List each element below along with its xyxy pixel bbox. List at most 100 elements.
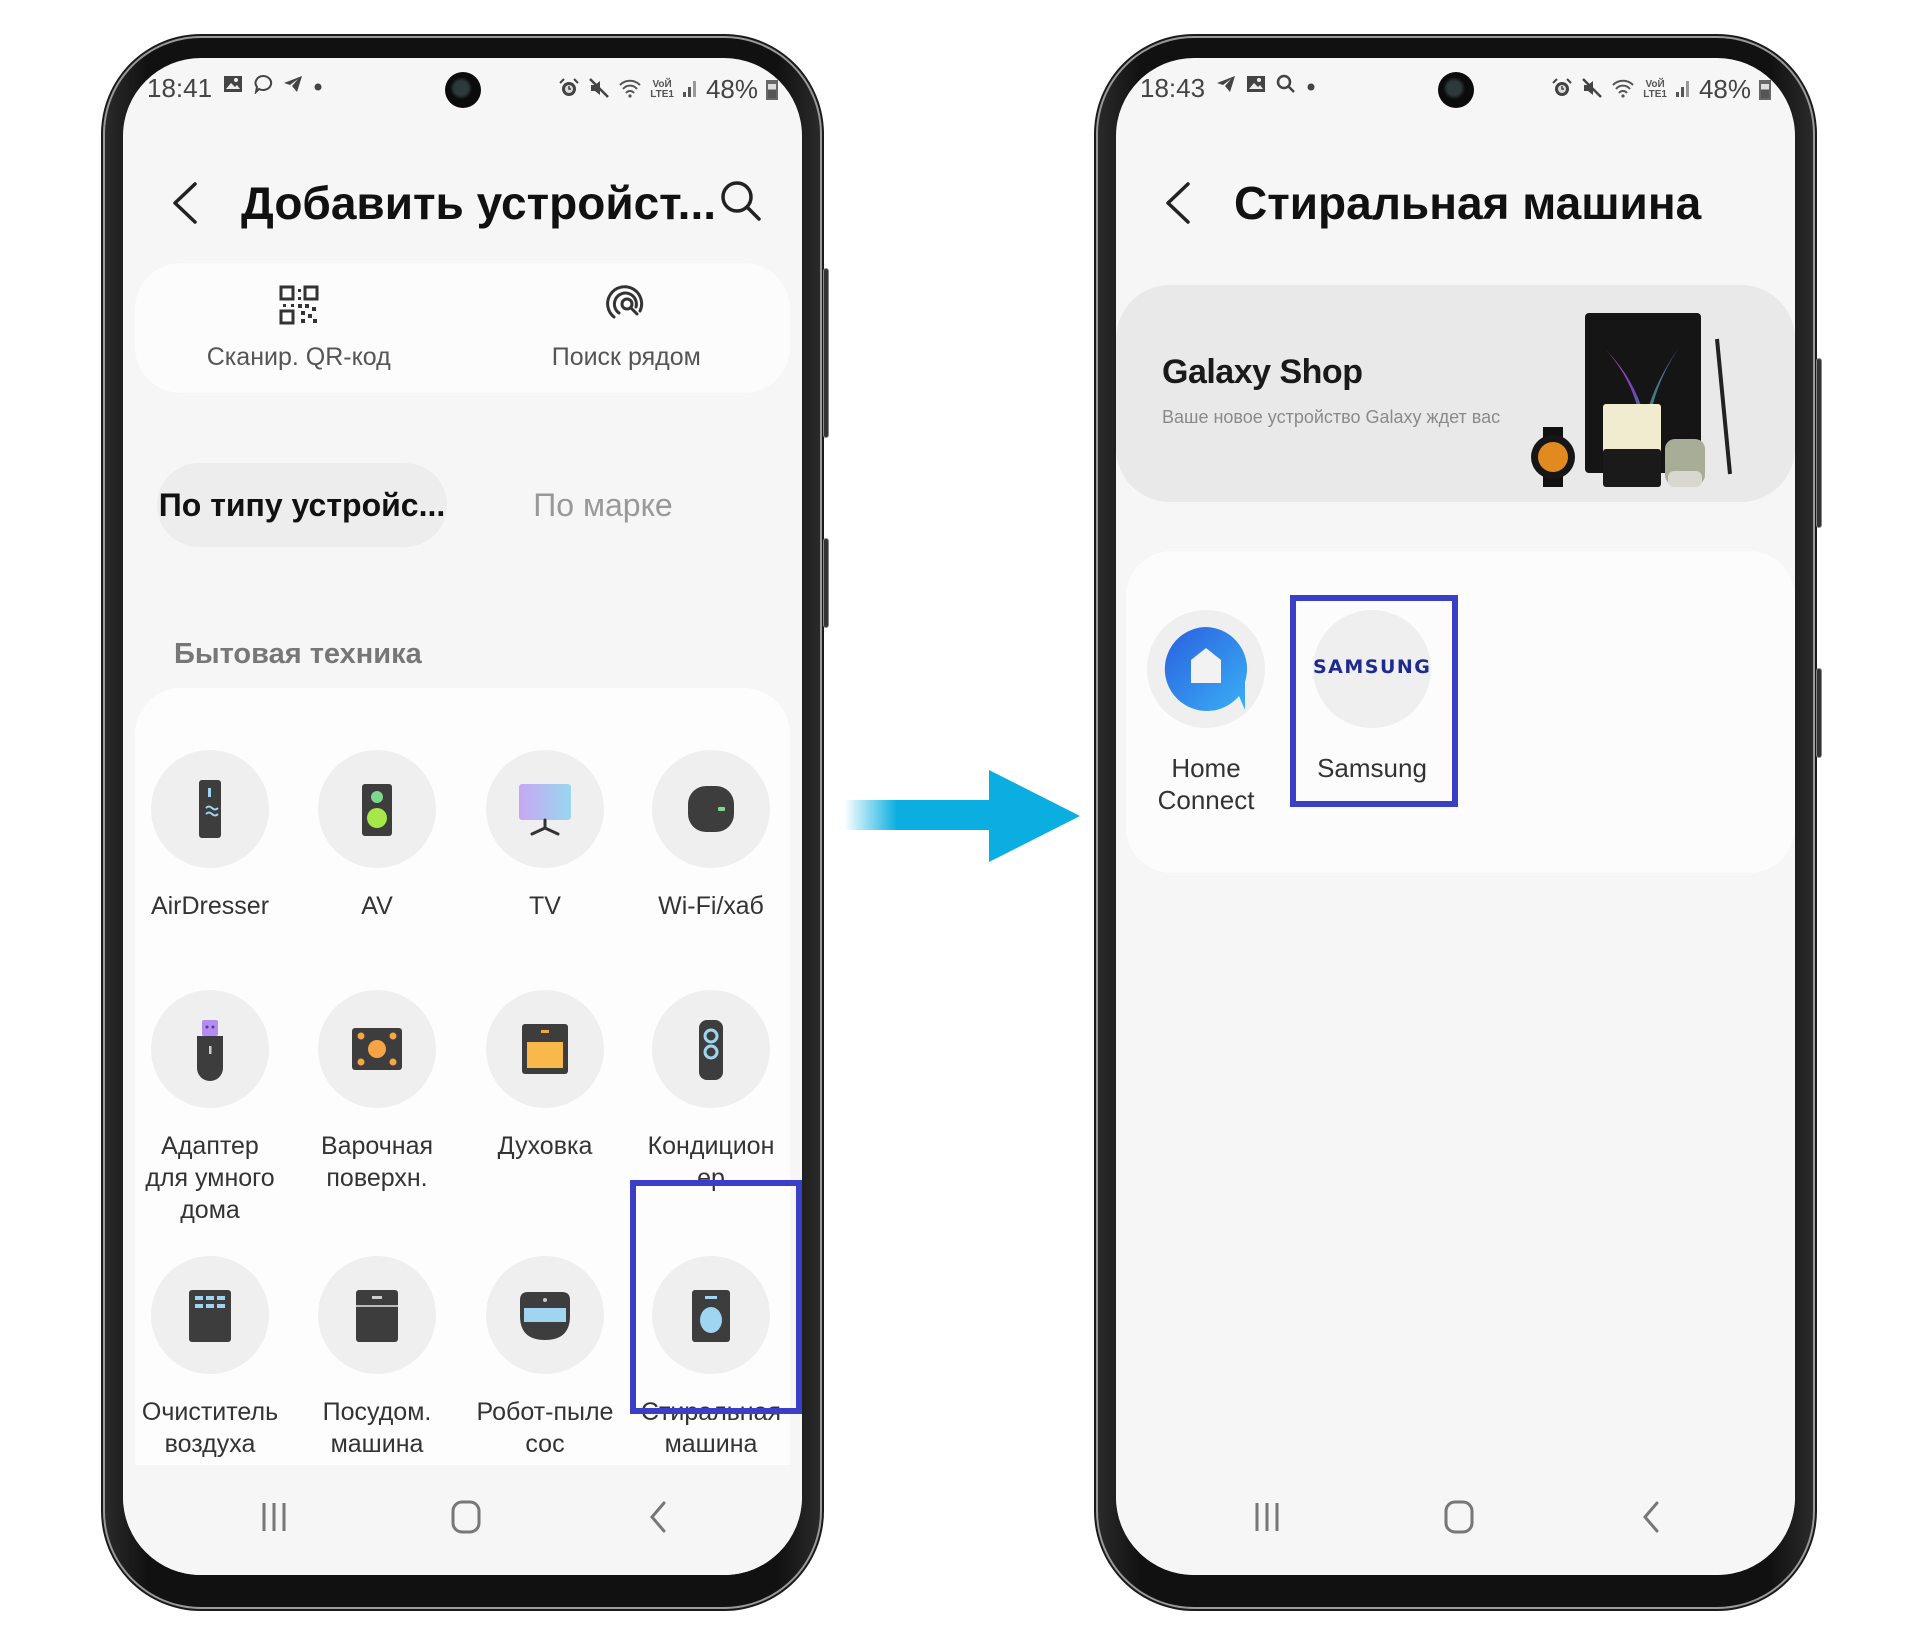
- telegram-icon: [1216, 75, 1236, 97]
- brand-home-connect[interactable]: Home Connect: [1131, 610, 1281, 816]
- scan-qr-label: Сканир. QR-код: [206, 343, 391, 371]
- chevron-left-icon: [173, 182, 197, 224]
- brand-label: Home Connect: [1157, 753, 1255, 815]
- status-time: 18:41: [147, 73, 213, 103]
- nearby-search-label: Поиск рядом: [551, 343, 701, 371]
- volte-lte-icon: VoЙ LTE1: [650, 78, 674, 100]
- device-label: Стиральная машина: [640, 1398, 782, 1458]
- section-label-appliances: Бытовая техника: [174, 638, 422, 670]
- home-icon: [451, 1500, 481, 1534]
- device-air-conditioner[interactable]: Кондицион ер: [626, 990, 796, 1194]
- signal-icon: [682, 78, 698, 102]
- device-label: AirDresser: [150, 892, 270, 920]
- volte-lte-icon: VoЙ LTE1: [1643, 78, 1667, 100]
- app-header: Добавить устройст...: [123, 168, 802, 238]
- robot-vacuum-icon: [520, 1292, 570, 1340]
- battery-icon: [1759, 79, 1771, 100]
- search-icon: [1276, 74, 1296, 98]
- power-button: [823, 538, 829, 628]
- gallery-icon: [223, 75, 243, 97]
- wifi-hub-icon: [688, 786, 734, 832]
- status-bar: 18:41 VoЙ LTE1 48%: [123, 70, 802, 110]
- device-label: Варочная поверхн.: [320, 1132, 434, 1192]
- device-av[interactable]: AV: [292, 750, 462, 922]
- dot-icon: [1306, 76, 1316, 96]
- recent-apps-icon: [1255, 1503, 1279, 1531]
- device-oven[interactable]: Духовка: [460, 990, 630, 1162]
- oven-icon: [522, 1024, 568, 1074]
- air-purifier-icon: [189, 1290, 231, 1342]
- air-conditioner-icon: [699, 1020, 723, 1080]
- battery-percent: 48%: [705, 74, 758, 104]
- volume-button: [823, 268, 829, 438]
- search-button[interactable]: [718, 178, 764, 224]
- status-bar: 18:43 VoЙ LTE1 48%: [1116, 70, 1795, 110]
- tab-by-device-type[interactable]: По типу устройс...: [157, 463, 447, 547]
- recent-apps-button[interactable]: [252, 1495, 296, 1539]
- nav-back-button[interactable]: [636, 1495, 680, 1539]
- tv-icon: [519, 784, 571, 836]
- nav-back-button[interactable]: [1629, 1495, 1673, 1539]
- mute-icon: [588, 77, 610, 103]
- device-label: Робот-пыле сос: [476, 1398, 614, 1458]
- device-label: Адаптер для умного дома: [145, 1132, 275, 1224]
- device-label: Кондицион ер: [647, 1132, 775, 1192]
- recent-apps-button[interactable]: [1245, 1495, 1289, 1539]
- dot-icon: [313, 76, 323, 96]
- wifi-icon: [1611, 78, 1635, 102]
- recent-apps-icon: [262, 1503, 286, 1531]
- device-robot-vacuum[interactable]: Робот-пыле сос: [460, 1256, 630, 1460]
- home-button[interactable]: [1437, 1495, 1481, 1539]
- device-label: Посудом. машина: [322, 1398, 432, 1458]
- washing-machine-icon: [692, 1290, 730, 1342]
- volume-button: [1816, 358, 1822, 528]
- chevron-left-icon: [1166, 182, 1190, 224]
- signal-icon: [1675, 78, 1691, 102]
- battery-icon: [766, 79, 778, 100]
- gallery-icon: [1246, 75, 1266, 97]
- alarm-icon: [1551, 77, 1573, 103]
- device-washing-machine[interactable]: Стиральная машина: [626, 1256, 796, 1460]
- device-label: AV: [361, 892, 393, 920]
- nearby-search-button[interactable]: Поиск рядом: [463, 263, 791, 393]
- phone-left: 18:41 VoЙ LTE1 48% Добавить устройст... …: [105, 38, 829, 1607]
- chat-bubble-icon: [253, 74, 273, 98]
- quick-actions-card: Сканир. QR-код Поиск рядом: [135, 263, 790, 393]
- home-button[interactable]: [444, 1495, 488, 1539]
- galaxy-shop-banner[interactable]: Galaxy Shop Ваше новое устройство Galaxy…: [1116, 285, 1795, 502]
- airdresser-icon: [199, 780, 221, 838]
- device-airdresser[interactable]: AirDresser: [125, 750, 295, 922]
- device-label: Очиститель воздуха: [141, 1398, 279, 1458]
- back-button[interactable]: [1160, 180, 1196, 226]
- status-time: 18:43: [1140, 73, 1206, 103]
- brand-list-card: Home Connect SAMSUNG Samsung: [1126, 551, 1795, 873]
- promo-title: Galaxy Shop: [1162, 353, 1363, 391]
- home-icon: [1444, 1500, 1474, 1534]
- telegram-icon: [283, 75, 303, 97]
- promo-subtitle: Ваше новое устройство Galaxy ждет вас: [1162, 407, 1501, 427]
- alarm-icon: [558, 77, 580, 103]
- device-dishwasher[interactable]: Посудом. машина: [292, 1256, 462, 1460]
- device-air-purifier[interactable]: Очиститель воздуха: [125, 1256, 295, 1460]
- scan-qr-button[interactable]: Сканир. QR-код: [135, 263, 463, 393]
- device-cooktop[interactable]: Варочная поверхн.: [292, 990, 462, 1194]
- speaker-icon: [362, 784, 392, 836]
- cooktop-icon: [352, 1028, 402, 1070]
- qr-code-icon: [279, 285, 319, 325]
- device-smart-adapter[interactable]: Адаптер для умного дома: [125, 990, 295, 1226]
- back-icon: [650, 1501, 666, 1533]
- device-label: Духовка: [497, 1132, 593, 1160]
- device-tv[interactable]: TV: [460, 750, 630, 922]
- screen-washing-machine-brand: 18:43 VoЙ LTE1 48% Стиральная машина Gal…: [1116, 58, 1795, 1575]
- back-button[interactable]: [167, 180, 203, 226]
- brand-samsung[interactable]: SAMSUNG Samsung: [1297, 610, 1447, 784]
- tab-by-brand[interactable]: По марке: [513, 463, 693, 547]
- navigation-bar: [1116, 1465, 1795, 1575]
- device-wifi-hub[interactable]: Wi-Fi/хаб: [626, 750, 796, 922]
- power-button: [1816, 668, 1822, 758]
- samsung-logo: SAMSUNG: [1313, 656, 1432, 678]
- phone-right: 18:43 VoЙ LTE1 48% Стиральная машина Gal…: [1098, 38, 1822, 1607]
- wifi-icon: [618, 78, 642, 102]
- device-type-grid: AirDresser AV TV Wi-Fi/хаб Адаптер для ум…: [135, 688, 790, 1575]
- galaxy-products-image: [1531, 313, 1732, 487]
